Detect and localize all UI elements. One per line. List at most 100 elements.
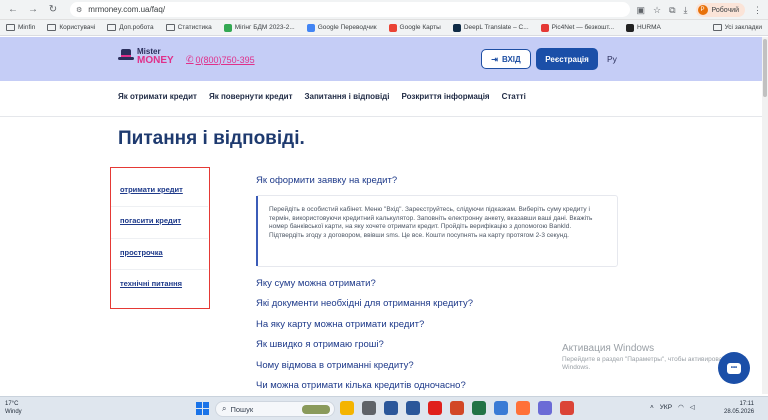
- bookmark-item[interactable]: Minfin: [6, 24, 35, 31]
- extensions-icon[interactable]: ⧉: [669, 5, 675, 16]
- nav-faq[interactable]: Запитання і відповіді: [305, 92, 390, 101]
- register-label: Реєстрація: [545, 54, 589, 64]
- volume-icon[interactable]: ◁: [690, 403, 695, 411]
- login-button[interactable]: ⇥ ВХІД: [481, 49, 531, 69]
- bookmark-item[interactable]: DeepL Translate – С...: [452, 23, 529, 32]
- chrome-icon[interactable]: [560, 401, 574, 415]
- scrollbar-thumb[interactable]: [763, 39, 767, 97]
- task-view-icon[interactable]: [362, 401, 376, 415]
- site-logo[interactable]: Mister MONEY: [118, 47, 174, 66]
- phone-link[interactable]: ✆ 0(800)750-395: [186, 54, 255, 65]
- photos-icon[interactable]: [494, 401, 508, 415]
- page-scrollbar[interactable]: [762, 37, 768, 394]
- folder-icon: [47, 24, 57, 31]
- category-technical[interactable]: технічні питання: [120, 279, 182, 288]
- nav-disclosure[interactable]: Розкриття інформація: [401, 92, 489, 101]
- url-text[interactable]: mrmoney.com.ua/faq/: [88, 5, 165, 14]
- main-nav: Як отримати кредит Як повернути кредит З…: [118, 92, 526, 101]
- forward-icon[interactable]: →: [26, 3, 40, 17]
- address-bar[interactable]: ⚙ mrmoney.com.ua/faq/: [70, 2, 630, 17]
- nav-get-credit[interactable]: Як отримати кредит: [118, 92, 197, 101]
- bookmark-label: Pic4Net — безкошт...: [551, 24, 615, 31]
- file-explorer-icon[interactable]: [340, 401, 354, 415]
- faq-question[interactable]: Які документи необхідні для отримання кр…: [256, 298, 473, 309]
- bookmark-item[interactable]: Користувачі: [47, 24, 95, 31]
- favicon-icon: [223, 23, 232, 32]
- powerpoint-icon[interactable]: [450, 401, 464, 415]
- weather-temp: 17°C: [5, 401, 19, 407]
- faq-question-open[interactable]: Як оформити заявку на кредит?: [256, 175, 397, 186]
- language-switch[interactable]: Ру: [607, 54, 617, 64]
- windows-taskbar: 17°C Windy ⌕ Пошук ˄ УКР ◠ ◁ 17:11 28.05…: [0, 396, 768, 420]
- favicon-icon: [540, 23, 549, 32]
- faq-question[interactable]: Яку суму можна отримати?: [256, 278, 376, 289]
- download-icon[interactable]: ⤓: [684, 5, 688, 16]
- store-icon[interactable]: [384, 401, 398, 415]
- clock-time: 17:11: [739, 401, 755, 407]
- wifi-icon[interactable]: ◠: [678, 403, 684, 411]
- input-language[interactable]: УКР: [660, 404, 672, 411]
- bookmark-label: Google Карты: [399, 24, 441, 31]
- media-icon[interactable]: [538, 401, 552, 415]
- faq-question[interactable]: Чому відмова в отриманні кредиту?: [256, 360, 414, 371]
- weather-widget[interactable]: 17°C Windy: [5, 400, 22, 416]
- category-get-credit[interactable]: отримати кредит: [120, 185, 183, 194]
- favicon-icon: [388, 23, 397, 32]
- favicon-icon: [306, 23, 315, 32]
- bookmark-star-icon[interactable]: ☆: [653, 5, 661, 16]
- tray-chevron-icon[interactable]: ˄: [650, 404, 654, 411]
- menu-kebab-icon[interactable]: ⋮: [753, 5, 762, 16]
- taskbar-clock[interactable]: 17:11 28.05.2026: [724, 400, 754, 416]
- site-info-icon[interactable]: ⚙: [76, 6, 82, 14]
- bookmark-item[interactable]: Доп.робота: [107, 24, 154, 31]
- category-overdue[interactable]: прострочка: [120, 248, 163, 257]
- search-placeholder: Пошук: [230, 404, 254, 414]
- opera-icon[interactable]: [428, 401, 442, 415]
- bookmark-label: Minfin: [18, 24, 36, 31]
- register-button[interactable]: Реєстрація: [536, 48, 598, 70]
- back-icon[interactable]: ←: [6, 3, 20, 17]
- chat-button[interactable]: •••: [718, 352, 750, 384]
- firefox-icon[interactable]: [516, 401, 530, 415]
- faq-categories: отримати кредит погасити кредит простроч…: [110, 167, 210, 309]
- page-title: Питання і відповіді.: [118, 128, 305, 149]
- bookmark-item[interactable]: Статистика: [165, 24, 212, 31]
- faq-answer-text: Перейдіть в особистий кабінет. Меню "Вхі…: [269, 206, 593, 239]
- profile-button[interactable]: P Робочий: [695, 3, 745, 17]
- faq-question[interactable]: На яку карту можна отримати кредит?: [256, 319, 424, 330]
- bookmark-item[interactable]: Мігінг БДМ 2023-2...: [223, 23, 295, 32]
- category-divider: [111, 269, 208, 270]
- folder-icon: [6, 24, 15, 31]
- category-divider: [111, 206, 208, 207]
- all-bookmarks[interactable]: Усі закладки: [712, 24, 762, 31]
- nav-repay-credit[interactable]: Як повернути кредит: [209, 92, 293, 101]
- bookmark-item[interactable]: Pic4Net — безкошт...: [540, 23, 615, 32]
- activation-text: Перейдите в раздел "Параметры", чтобы ак…: [562, 356, 729, 371]
- excel-icon[interactable]: [472, 401, 486, 415]
- bookmark-item[interactable]: Google Переводчик: [306, 23, 377, 32]
- screenshot-icon[interactable]: ▣: [637, 5, 646, 16]
- bookmark-item[interactable]: HURMA: [626, 23, 661, 32]
- category-repay-credit[interactable]: погасити кредит: [120, 216, 181, 225]
- faq-question[interactable]: Як швидко я отримаю гроші?: [256, 339, 384, 350]
- reload-icon[interactable]: ↻: [46, 3, 60, 17]
- all-bookmarks-label: Усі закладки: [724, 24, 762, 31]
- bookmark-label: Доп.робота: [119, 24, 154, 31]
- favicon-icon: [626, 23, 635, 32]
- windows-start-icon[interactable]: [196, 402, 209, 415]
- login-icon: ⇥: [491, 54, 498, 64]
- login-label: ВХІД: [501, 54, 521, 64]
- bookmark-label: Користувачі: [59, 24, 96, 31]
- faq-question[interactable]: Чи можна отримати кілька кредитів одноча…: [256, 380, 466, 391]
- nav-articles[interactable]: Статті: [502, 92, 526, 101]
- bookmark-item[interactable]: Google Карты: [388, 23, 441, 32]
- faq-answer: Перейдіть в особистий кабінет. Меню "Вхі…: [256, 195, 618, 267]
- category-divider: [111, 238, 208, 239]
- logo-line2: MONEY: [137, 55, 174, 66]
- taskbar-search[interactable]: ⌕ Пошук: [215, 401, 335, 417]
- word-icon[interactable]: [406, 401, 420, 415]
- activation-title: Активация Windows: [562, 343, 655, 354]
- windows-activation-watermark: Активация Windows Перейдите в раздел "Па…: [562, 343, 732, 372]
- clock-date: 28.05.2026: [724, 409, 755, 415]
- profile-avatar: P: [697, 5, 708, 15]
